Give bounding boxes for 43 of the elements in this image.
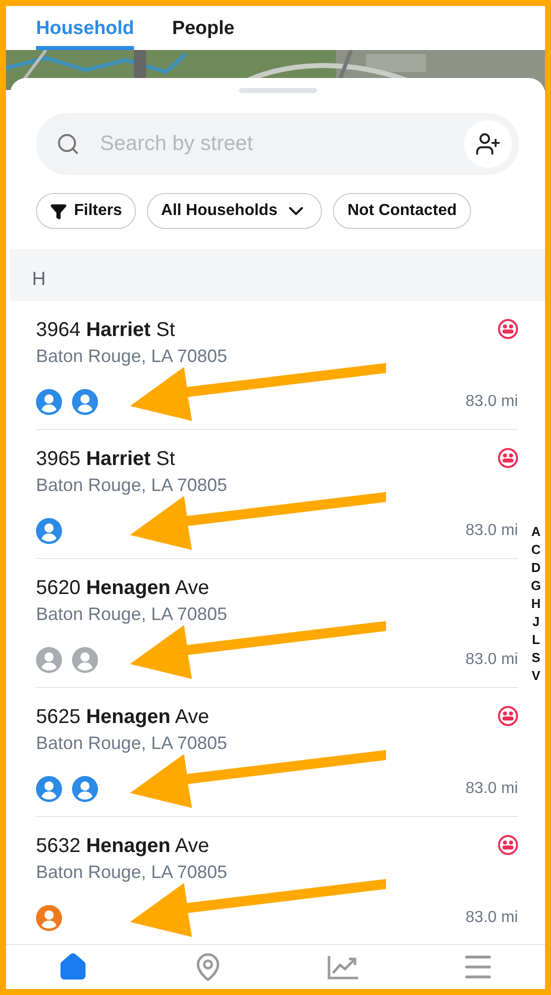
index-letter[interactable]: A xyxy=(530,523,541,541)
distance: 83.0 mi xyxy=(466,393,518,411)
index-letter[interactable]: G xyxy=(530,577,541,595)
city-line: Baton Rouge, LA 70805 xyxy=(36,733,228,754)
home-tab[interactable] xyxy=(58,952,88,982)
search-icon xyxy=(56,132,80,156)
index-letter[interactable]: C xyxy=(530,541,541,559)
street-address: 5632 Henagen Ave xyxy=(36,835,210,858)
street-address: 3964 Harriet St xyxy=(36,319,175,342)
distance: 83.0 mi xyxy=(466,909,518,927)
add-person-button[interactable] xyxy=(464,120,512,168)
street-address: 5620 Henagen Ave xyxy=(36,577,210,600)
household-row[interactable]: 5625 Henagen Ave Baton Rouge, LA 70805 83.0 mi xyxy=(36,688,518,817)
search-field[interactable]: Search by street xyxy=(98,131,446,157)
drag-handle[interactable] xyxy=(238,88,316,93)
filter-icon xyxy=(50,202,67,220)
household-row[interactable]: 3965 Harriet St Baton Rouge, LA 70805 83.0 mi xyxy=(36,430,518,559)
distance: 83.0 mi xyxy=(466,780,518,798)
chart-icon xyxy=(326,954,359,980)
filter-chip[interactable]: All Households xyxy=(147,193,322,229)
index-letter[interactable]: J xyxy=(530,613,541,631)
household-row[interactable]: 5620 Henagen Ave Baton Rouge, LA 70805 83.0 mi xyxy=(36,559,518,688)
distance: 83.0 mi xyxy=(466,522,518,540)
index-letter[interactable]: H xyxy=(530,595,541,613)
distance: 83.0 mi xyxy=(466,651,518,669)
city-line: Baton Rouge, LA 70805 xyxy=(36,346,228,367)
add-person-icon xyxy=(475,131,501,157)
index-letter[interactable]: V xyxy=(530,667,541,685)
street-address: 5625 Henagen Ave xyxy=(36,706,210,729)
household-row[interactable]: 3964 Harriet St Baton Rouge, LA 70805 83.0 mi xyxy=(36,301,518,430)
city-line: Baton Rouge, LA 70805 xyxy=(36,604,228,625)
city-line: Baton Rouge, LA 70805 xyxy=(36,862,228,883)
filter-chip[interactable]: Not Contacted xyxy=(333,193,471,229)
tab[interactable]: People xyxy=(172,6,234,50)
index-letter[interactable]: S xyxy=(530,649,541,667)
city-line: Baton Rouge, LA 70805 xyxy=(36,475,228,496)
index-letter[interactable]: D xyxy=(530,559,541,577)
filter-chip[interactable]: Filters xyxy=(36,193,136,229)
street-address: 3965 Harriet St xyxy=(36,448,175,471)
index-letter[interactable]: L xyxy=(530,631,541,649)
section-header: H xyxy=(10,249,545,301)
search-bar[interactable]: Search by street xyxy=(36,113,519,175)
chart-tab[interactable] xyxy=(326,954,359,980)
